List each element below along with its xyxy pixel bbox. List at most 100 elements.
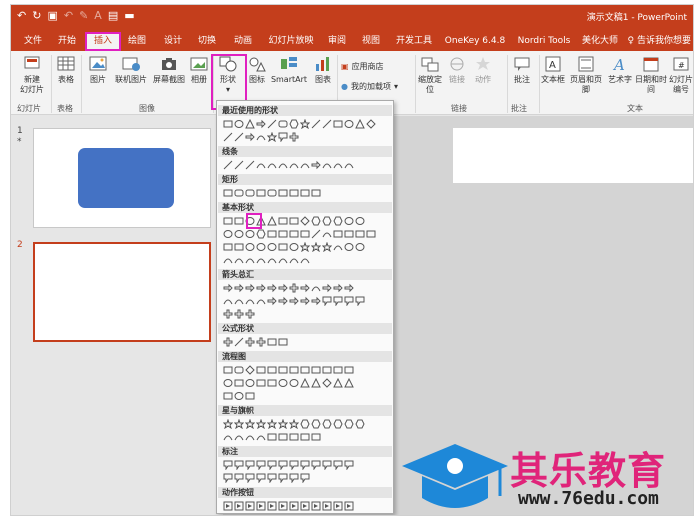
textbox-button[interactable]: A 文本框 — [539, 55, 567, 85]
callout-shape-icon[interactable] — [267, 460, 277, 470]
rect-shape-icon[interactable] — [278, 229, 288, 239]
rrect-shape-icon[interactable] — [278, 119, 288, 129]
rect-shape-icon[interactable] — [234, 242, 244, 252]
rect-shape-icon[interactable] — [234, 378, 244, 388]
rect-shape-icon[interactable] — [278, 188, 288, 198]
plus-shape-icon[interactable] — [245, 309, 255, 319]
rect-shape-icon[interactable] — [223, 216, 233, 226]
callout-shape-icon[interactable] — [278, 473, 288, 483]
arrow-shape-icon[interactable] — [333, 283, 343, 293]
tri-shape-icon[interactable] — [267, 216, 277, 226]
line-shape-icon[interactable] — [267, 119, 277, 129]
curve-shape-icon[interactable] — [289, 255, 299, 265]
rect-shape-icon[interactable] — [278, 216, 288, 226]
oval-shape-icon[interactable] — [344, 242, 354, 252]
arrow-shape-icon[interactable] — [344, 283, 354, 293]
btn-shape-icon[interactable] — [311, 501, 321, 511]
curve-shape-icon[interactable] — [344, 160, 354, 170]
rect-shape-icon[interactable] — [278, 337, 288, 347]
tab-nordri-tools[interactable]: Nordri Tools — [513, 32, 575, 51]
curve-shape-icon[interactable] — [256, 432, 266, 442]
rect-shape-icon[interactable] — [278, 242, 288, 252]
star-shape-icon[interactable] — [289, 419, 299, 429]
link-button[interactable]: 链接 — [445, 55, 469, 85]
arrow-shape-icon[interactable] — [300, 283, 310, 293]
tab-view[interactable]: 视图 — [357, 32, 385, 51]
curve-shape-icon[interactable] — [267, 255, 277, 265]
line-shape-icon[interactable] — [245, 160, 255, 170]
hex-shape-icon[interactable] — [300, 419, 310, 429]
callout-shape-icon[interactable] — [355, 296, 365, 306]
oval-shape-icon[interactable] — [223, 229, 233, 239]
tab-review[interactable]: 审阅 — [323, 32, 351, 51]
tab-meihua[interactable]: 美化大师 — [579, 32, 621, 51]
oval-shape-icon[interactable] — [223, 378, 233, 388]
curve-shape-icon[interactable] — [300, 160, 310, 170]
rect-shape-icon[interactable] — [300, 229, 310, 239]
curve-shape-icon[interactable] — [278, 160, 288, 170]
callout-shape-icon[interactable] — [223, 473, 233, 483]
callout-shape-icon[interactable] — [289, 460, 299, 470]
plus-shape-icon[interactable] — [245, 337, 255, 347]
oval-shape-icon[interactable] — [245, 378, 255, 388]
rect-shape-icon[interactable] — [267, 378, 277, 388]
my-addins-button[interactable]: ● 我的加载项 ▾ — [341, 81, 398, 92]
slide-thumbnail-2[interactable] — [33, 242, 211, 342]
store-button[interactable]: ▣ 应用商店 — [341, 61, 384, 72]
undo-disabled-icon[interactable]: ↶ — [64, 8, 73, 24]
tri-shape-icon[interactable] — [245, 119, 255, 129]
diamond-shape-icon[interactable] — [322, 378, 332, 388]
hex-shape-icon[interactable] — [344, 419, 354, 429]
tri-shape-icon[interactable] — [355, 119, 365, 129]
rect-shape-icon[interactable] — [223, 391, 233, 401]
oval-shape-icon[interactable] — [355, 242, 365, 252]
slide-thumbnail-1[interactable] — [33, 128, 211, 228]
curve-shape-icon[interactable] — [234, 296, 244, 306]
rect-shape-icon[interactable] — [256, 378, 266, 388]
rect-shape-icon[interactable] — [289, 188, 299, 198]
oval-shape-icon[interactable] — [234, 391, 244, 401]
curve-shape-icon[interactable] — [333, 242, 343, 252]
rect-shape-icon[interactable] — [278, 365, 288, 375]
tab-animations[interactable]: 动画 — [229, 32, 257, 51]
tab-transitions[interactable]: 切换 — [193, 32, 221, 51]
slide-number-button[interactable]: # 幻灯片 编号 — [667, 55, 693, 95]
rect-shape-icon[interactable] — [311, 365, 321, 375]
rect-shape-icon[interactable] — [223, 188, 233, 198]
oval-shape-icon[interactable] — [234, 229, 244, 239]
shapes-gallery-dropdown[interactable]: 最近使用的形状 线条 矩形 基本形状 箭头总汇 公式形状 流程图 星与旗帜 标注… — [216, 100, 394, 514]
arrow-shape-icon[interactable] — [300, 296, 310, 306]
line-shape-icon[interactable] — [223, 160, 233, 170]
datetime-button[interactable]: 日期和时间 — [635, 55, 667, 95]
arrow-shape-icon[interactable] — [245, 132, 255, 142]
rrect-shape-icon[interactable] — [234, 365, 244, 375]
rect-shape-icon[interactable] — [289, 432, 299, 442]
hex-shape-icon[interactable] — [322, 216, 332, 226]
oval-shape-icon[interactable] — [278, 378, 288, 388]
plus-shape-icon[interactable] — [289, 132, 299, 142]
curve-shape-icon[interactable] — [278, 255, 288, 265]
callout-shape-icon[interactable] — [256, 473, 266, 483]
arrow-shape-icon[interactable] — [278, 296, 288, 306]
curve-shape-icon[interactable] — [267, 160, 277, 170]
tri-shape-icon[interactable] — [333, 378, 343, 388]
arrow-shape-icon[interactable] — [245, 283, 255, 293]
oval-shape-icon[interactable] — [289, 378, 299, 388]
btn-shape-icon[interactable] — [333, 501, 343, 511]
btn-shape-icon[interactable] — [278, 501, 288, 511]
curve-shape-icon[interactable] — [300, 255, 310, 265]
tri-shape-icon[interactable] — [300, 378, 310, 388]
action-button[interactable]: 动作 — [471, 55, 495, 85]
rrect-shape-icon[interactable] — [245, 188, 255, 198]
curve-shape-icon[interactable] — [322, 160, 332, 170]
curve-shape-icon[interactable] — [289, 160, 299, 170]
star-shape-icon[interactable] — [300, 119, 310, 129]
rect-shape-icon[interactable] — [278, 432, 288, 442]
curve-shape-icon[interactable] — [234, 255, 244, 265]
rect-shape-icon[interactable] — [267, 432, 277, 442]
star-shape-icon[interactable] — [245, 419, 255, 429]
rounded-rectangle-shape[interactable] — [78, 148, 174, 208]
star-shape-icon[interactable] — [256, 419, 266, 429]
arrow-shape-icon[interactable] — [311, 160, 321, 170]
btn-shape-icon[interactable] — [256, 501, 266, 511]
